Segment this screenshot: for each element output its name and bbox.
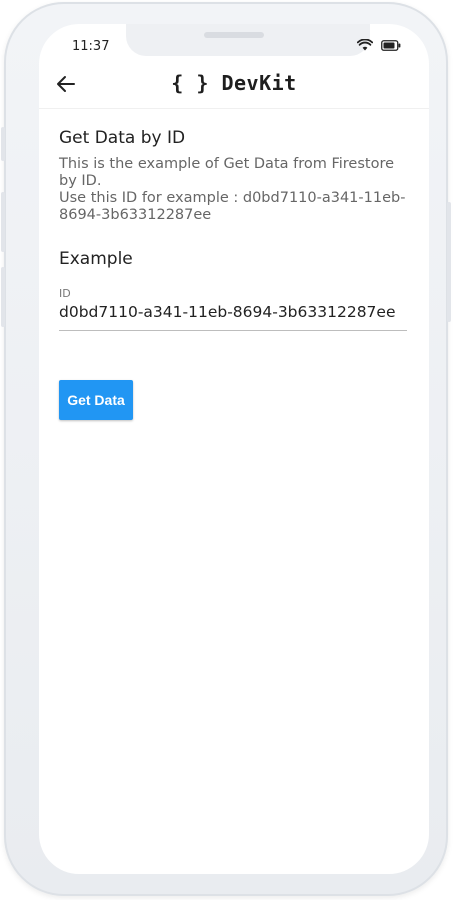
page-title: Get Data by ID <box>59 128 186 148</box>
main-content: Get Data by ID This is the example of Ge… <box>59 128 409 331</box>
speaker-grille <box>204 32 264 38</box>
description-line-1: This is the example of Get Data from Fir… <box>59 156 395 189</box>
notch <box>126 24 370 56</box>
wifi-icon <box>357 39 373 51</box>
volume-up-button <box>1 192 5 252</box>
get-data-button[interactable]: Get Data <box>59 380 133 420</box>
phone-frame: 11:37 { } DevKit Get Data by ID This is … <box>1 2 451 896</box>
description-line-2: Use this ID for example : d0bd7110-a341-… <box>59 190 406 223</box>
phone-screen: 11:37 { } DevKit Get Data by ID This is … <box>39 24 429 874</box>
power-button <box>447 202 451 322</box>
id-input[interactable]: d0bd7110-a341-11eb-8694-3b63312287ee <box>59 300 407 331</box>
mute-switch <box>1 127 5 161</box>
page-description: This is the example of Get Data from Fir… <box>59 156 409 224</box>
id-field-label: ID <box>59 287 71 300</box>
volume-down-button <box>1 267 5 327</box>
section-title: Example <box>59 249 133 269</box>
app-bar: { } DevKit <box>39 62 429 109</box>
app-logo: { } DevKit <box>171 71 297 95</box>
battery-icon <box>381 39 401 51</box>
status-time: 11:37 <box>72 39 110 54</box>
status-icons <box>357 39 401 51</box>
